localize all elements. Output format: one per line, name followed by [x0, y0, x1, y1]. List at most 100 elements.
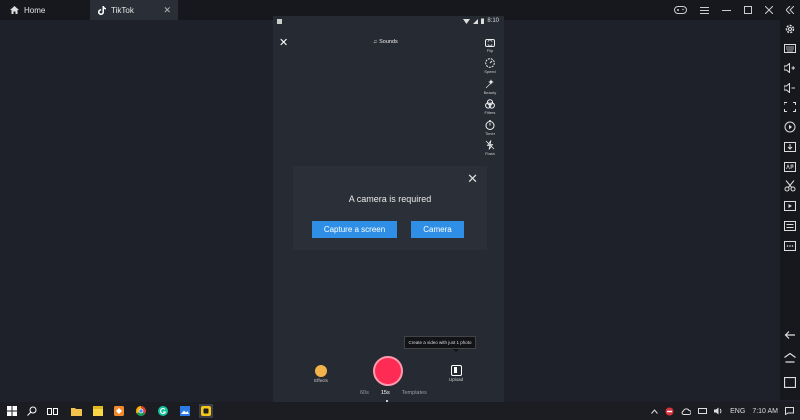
windows-icon [7, 406, 17, 416]
fullscreen-icon [784, 102, 796, 112]
recent-apps-icon [784, 376, 796, 388]
app-orange-button[interactable] [113, 405, 125, 417]
tab-home[interactable]: Home [0, 0, 88, 20]
android-status-bar: 8:10 [273, 16, 504, 28]
media-button[interactable] [783, 199, 797, 213]
tooltip-arrow [453, 349, 459, 352]
status-time: 8:10 [487, 18, 499, 24]
search-button[interactable] [26, 405, 38, 417]
tab-close-icon[interactable]: ✕ [163, 5, 171, 16]
photos-icon [180, 406, 190, 416]
play-circle-icon [784, 121, 796, 133]
photos-button[interactable] [179, 405, 191, 417]
back-arrow-icon [784, 331, 795, 339]
camera-button[interactable]: Camera [411, 221, 464, 238]
layers-icon [784, 221, 796, 231]
clock[interactable]: 7:10 AM [752, 408, 778, 415]
record-mode-selector: 60s 15s Templates [360, 390, 427, 398]
minimize-icon[interactable] [722, 7, 731, 14]
screenshot-button[interactable] [783, 179, 797, 193]
mode-60s[interactable]: 60s [360, 390, 369, 398]
effects-icon [315, 365, 327, 377]
sounds-button[interactable]: ♫ Sounds [373, 39, 398, 45]
tool-timer[interactable]: Timer [481, 120, 499, 136]
home-nav-icon [784, 353, 796, 363]
file-explorer-button[interactable] [70, 405, 82, 417]
fullscreen-button[interactable] [783, 100, 797, 114]
dialog-title: A camera is required [348, 194, 432, 204]
app-orange-icon [114, 406, 124, 416]
volume-up-icon [784, 63, 795, 73]
scissors-icon [784, 180, 796, 192]
tool-filters[interactable]: Filters [481, 99, 499, 115]
record-button[interactable] [373, 356, 403, 386]
volume-down-button[interactable] [783, 81, 797, 95]
keyboard-button[interactable] [783, 41, 797, 55]
sticky-notes-icon [93, 406, 103, 416]
notification-center-icon[interactable] [785, 407, 794, 415]
tiktok-icon [98, 5, 106, 15]
speed-icon [485, 58, 495, 68]
display-icon[interactable] [698, 407, 708, 415]
dialog-close-icon[interactable]: ✕ [467, 171, 478, 187]
language-indicator[interactable]: ENG [730, 408, 745, 415]
upload-button[interactable]: Upload [448, 365, 464, 382]
emulator-window: Home TikTok ✕ 8:10 ✕ ♫ Sounds Flip Speed… [0, 0, 800, 420]
chrome-button[interactable] [135, 405, 147, 417]
tab-tiktok-label: TikTok [111, 5, 134, 15]
sounds-label: Sounds [379, 39, 398, 45]
sticky-notes-button[interactable] [92, 405, 104, 417]
menu-icon[interactable] [700, 6, 709, 14]
flash-icon [485, 140, 495, 150]
back-button[interactable] [783, 328, 797, 342]
mode-templates[interactable]: Templates [402, 390, 427, 398]
search-icon [27, 406, 37, 416]
record-screen-button[interactable] [783, 120, 797, 134]
battery-icon [481, 18, 485, 24]
close-window-icon[interactable] [765, 6, 773, 14]
more-button[interactable] [783, 239, 797, 253]
keyboard-icon [784, 43, 796, 53]
apk-button[interactable] [783, 160, 797, 174]
home-nav-button[interactable] [783, 351, 797, 365]
effects-button[interactable]: Effects [313, 365, 329, 383]
system-tray: ENG 7:10 AM [651, 402, 794, 420]
recent-apps-button[interactable] [783, 375, 797, 389]
tool-beauty[interactable]: Beauty [481, 79, 499, 95]
gear-icon [785, 24, 795, 34]
tool-flip[interactable]: Flip [481, 38, 499, 53]
gamepad-icon[interactable] [674, 6, 687, 14]
close-camera-icon[interactable]: ✕ [279, 36, 288, 49]
emulator-icon [201, 406, 211, 416]
import-icon [784, 142, 796, 152]
import-button[interactable] [783, 140, 797, 154]
tool-flash[interactable]: Flash [481, 140, 499, 156]
task-view-button[interactable] [46, 405, 58, 417]
red-status-icon[interactable] [665, 407, 674, 416]
apk-icon [784, 162, 796, 172]
tab-home-label: Home [24, 5, 46, 15]
start-button[interactable] [6, 405, 18, 417]
grammarly-icon [158, 406, 168, 416]
beauty-icon [485, 79, 494, 89]
collapse-sidebar-icon[interactable] [786, 6, 794, 14]
tool-speed[interactable]: Speed [481, 58, 499, 74]
folder-icon [70, 407, 82, 416]
more-icon [784, 241, 796, 251]
multi-instance-button[interactable] [783, 219, 797, 233]
cloud-icon[interactable] [681, 407, 692, 415]
grammarly-button[interactable] [157, 405, 169, 417]
capture-screen-button[interactable]: Capture a screen [312, 221, 397, 238]
emulator-taskbar-button[interactable] [199, 404, 213, 418]
chevron-up-icon[interactable] [651, 408, 659, 414]
settings-button[interactable] [783, 22, 797, 36]
volume-up-button[interactable] [783, 61, 797, 75]
emulator-sidebar [780, 20, 800, 400]
camera-required-dialog: ✕ A camera is required Capture a screen … [293, 166, 487, 250]
mode-15s[interactable]: 15s [381, 390, 390, 398]
effects-label: Effects [314, 378, 328, 383]
flip-icon [485, 39, 495, 47]
tab-tiktok[interactable]: TikTok ✕ [90, 0, 178, 20]
maximize-icon[interactable] [744, 6, 752, 14]
speaker-icon[interactable] [714, 407, 723, 415]
